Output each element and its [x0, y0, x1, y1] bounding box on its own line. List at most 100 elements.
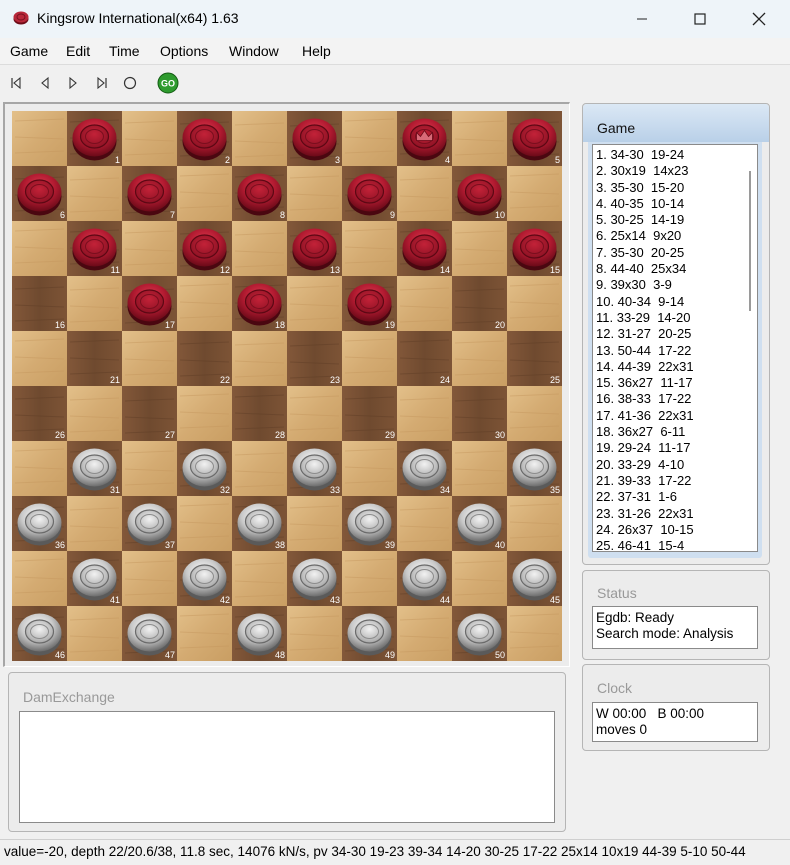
black-piece[interactable]	[292, 118, 337, 161]
light-square	[67, 496, 122, 551]
move-list-item[interactable]: 9. 39x30 3-9	[596, 277, 694, 293]
move-list-item[interactable]: 20. 33-29 4-10	[596, 457, 694, 473]
game-panel: Game 1. 34-30 19-24 2. 30x19 14x23 3. 35-3…	[582, 103, 770, 565]
move-list-item[interactable]: 25. 46-41 15-4	[596, 538, 694, 551]
move-list: 1. 34-30 19-24 2. 30x19 14x23 3. 35-30 15-…	[596, 147, 694, 551]
square-number: 35	[550, 485, 560, 495]
move-list-item[interactable]: 5. 30-25 14-19	[596, 212, 694, 228]
minimize-button[interactable]	[613, 0, 671, 38]
move-list-item[interactable]: 11. 33-29 14-20	[596, 310, 694, 326]
square-number: 37	[165, 540, 175, 550]
move-list-item[interactable]: 19. 29-24 11-17	[596, 440, 694, 456]
move-list-item[interactable]: 8. 44-40 25x34	[596, 261, 694, 277]
minimize-icon	[637, 18, 647, 20]
previous-move-button[interactable]	[33, 71, 57, 95]
light-square	[287, 606, 342, 661]
square-number: 9	[390, 210, 395, 220]
damexchange-log[interactable]	[19, 711, 555, 823]
move-list-item[interactable]: 14. 44-39 22x31	[596, 359, 694, 375]
light-square	[122, 331, 177, 386]
square-number: 48	[275, 650, 285, 660]
square-number: 42	[220, 595, 230, 605]
go-button[interactable]: GO	[156, 71, 180, 95]
square-number: 8	[280, 210, 285, 220]
menu-help[interactable]: Help	[302, 43, 331, 59]
clock-box: W 00:00 B 00:00 moves 0	[592, 702, 758, 742]
square-number: 20	[495, 320, 505, 330]
move-list-item[interactable]: 2. 30x19 14x23	[596, 163, 694, 179]
square-number: 43	[330, 595, 340, 605]
menu-edit[interactable]: Edit	[66, 43, 90, 59]
move-list-item[interactable]: 10. 40-34 9-14	[596, 294, 694, 310]
move-list-item[interactable]: 15. 36x27 11-17	[596, 375, 694, 391]
move-list-scrollbar[interactable]	[749, 171, 751, 311]
square-number: 5	[555, 155, 560, 165]
square-number: 34	[440, 485, 450, 495]
square-number: 26	[55, 430, 65, 440]
status-panel-title: Status	[597, 585, 637, 601]
move-list-item[interactable]: 22. 37-31 1-6	[596, 489, 694, 505]
square-number: 11	[111, 265, 120, 275]
first-move-button[interactable]	[4, 71, 28, 95]
clock-panel-title: Clock	[597, 680, 633, 696]
menu-time[interactable]: Time	[109, 43, 140, 59]
light-square	[452, 111, 507, 166]
move-list-item[interactable]: 6. 25x14 9x20	[596, 228, 694, 244]
move-list-item[interactable]: 21. 39-33 17-22	[596, 473, 694, 489]
last-move-icon	[97, 76, 107, 90]
move-list-item[interactable]: 16. 38-33 17-22	[596, 391, 694, 407]
close-button[interactable]	[730, 0, 788, 38]
damexchange-panel-title: DamExchange	[23, 689, 115, 705]
close-icon	[752, 12, 766, 26]
square-number: 19	[385, 320, 395, 330]
black-piece[interactable]	[17, 173, 62, 216]
move-list-item[interactable]: 17. 41-36 22x31	[596, 408, 694, 424]
clock-times: W 00:00 B 00:00	[596, 706, 705, 721]
next-move-button[interactable]	[61, 71, 85, 95]
square-number: 50	[495, 650, 505, 660]
menu-window[interactable]: Window	[229, 43, 279, 59]
light-square	[232, 111, 287, 166]
first-move-icon	[11, 76, 21, 90]
move-list-item[interactable]: 24. 26x37 10-15	[596, 522, 694, 538]
move-list-box[interactable]: 1. 34-30 19-24 2. 30x19 14x23 3. 35-30 15-…	[592, 144, 758, 552]
black-king-piece[interactable]	[402, 118, 447, 161]
move-list-item[interactable]: 12. 31-27 20-25	[596, 326, 694, 342]
menu-game[interactable]: Game	[10, 43, 48, 59]
move-list-item[interactable]: 23. 31-26 22x31	[596, 506, 694, 522]
clock-moves: moves 0	[596, 722, 648, 737]
light-square	[232, 221, 287, 276]
menu-options[interactable]: Options	[160, 43, 208, 59]
square-number: 27	[165, 430, 175, 440]
move-list-item[interactable]: 18. 36x27 6-11	[596, 424, 694, 440]
square-number: 18	[275, 320, 285, 330]
egdb-status: Egdb: Ready	[596, 610, 675, 625]
light-square	[397, 276, 452, 331]
light-square	[232, 331, 287, 386]
square-number: 23	[330, 375, 340, 385]
move-list-item[interactable]: 1. 34-30 19-24	[596, 147, 694, 163]
black-piece[interactable]	[72, 118, 117, 161]
black-piece[interactable]	[127, 173, 172, 216]
black-piece[interactable]	[237, 173, 282, 216]
black-piece[interactable]	[347, 173, 392, 216]
title-bar: Kingsrow International(x64) 1.63	[0, 0, 790, 38]
square-number: 12	[220, 265, 230, 275]
move-list-item[interactable]: 3. 35-30 15-20	[596, 180, 694, 196]
window-title: Kingsrow International(x64) 1.63	[37, 10, 239, 26]
black-piece[interactable]	[512, 118, 557, 161]
engine-status-text: value=-20, depth 22/20.6/38, 11.8 sec, 1…	[4, 844, 746, 859]
checkers-board[interactable]: 1 2 3 4 56 7 8 9 1011 12 13 14 1516 17 18 19 2021 22 23 24 2…	[12, 111, 562, 661]
square-number: 44	[440, 595, 450, 605]
square-number: 45	[550, 595, 560, 605]
move-list-item[interactable]: 4. 40-35 10-14	[596, 196, 694, 212]
maximize-button[interactable]	[671, 0, 729, 38]
light-square	[232, 441, 287, 496]
move-list-item[interactable]: 13. 50-44 17-22	[596, 343, 694, 359]
square-number: 49	[385, 650, 395, 660]
last-move-button[interactable]	[90, 71, 114, 95]
move-list-item[interactable]: 7. 35-30 20-25	[596, 245, 694, 261]
black-piece[interactable]	[182, 118, 227, 161]
stop-button[interactable]	[118, 71, 142, 95]
square-number: 31	[110, 485, 120, 495]
